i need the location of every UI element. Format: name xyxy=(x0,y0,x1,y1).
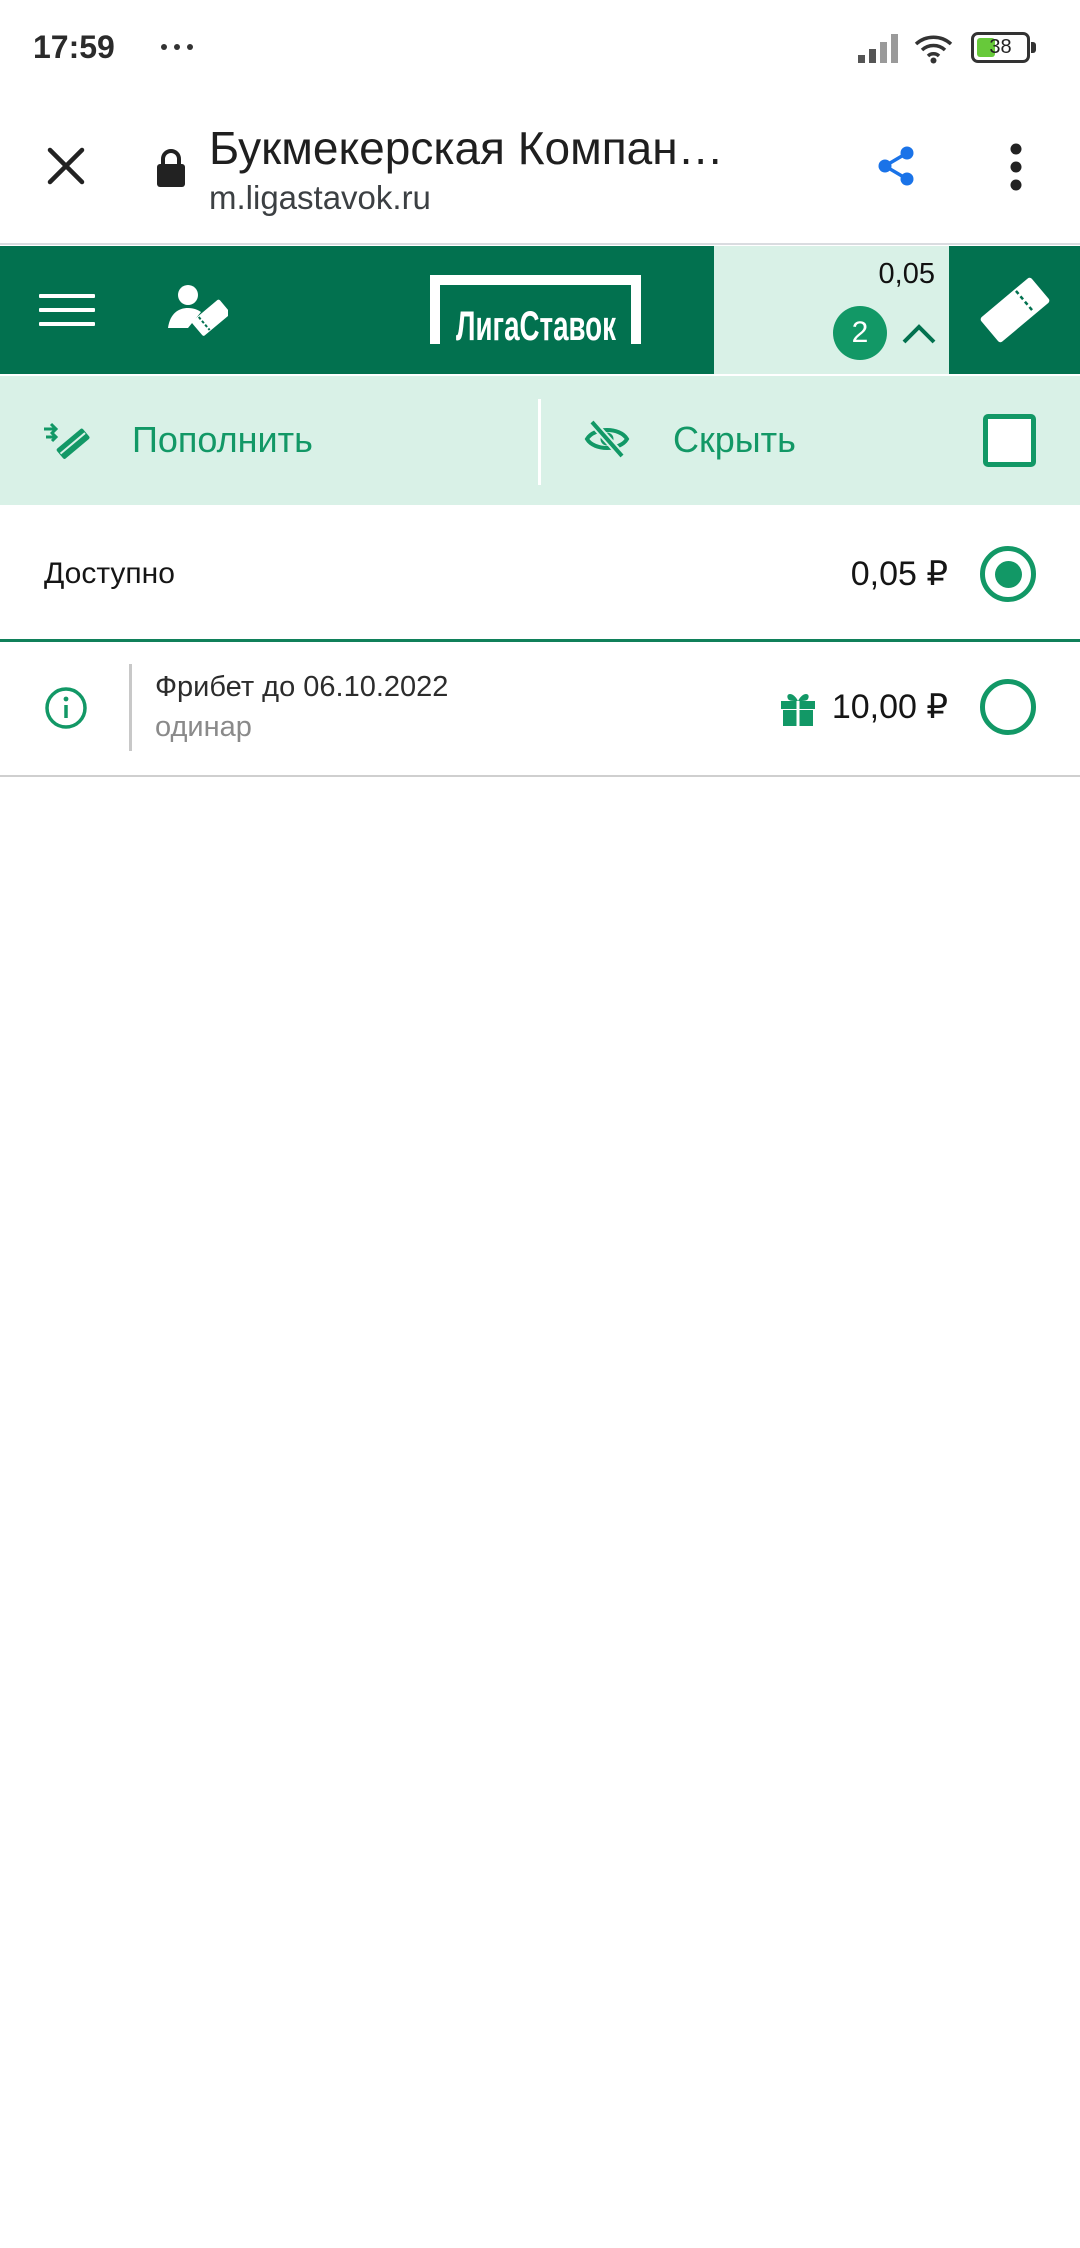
balance-amount: 0,05 ₽ xyxy=(850,555,948,593)
freebet-type: одинар xyxy=(155,711,252,743)
logo-text: ЛигаСтавок xyxy=(455,302,616,349)
wifi-icon xyxy=(913,32,954,64)
hide-balance-checkbox[interactable] xyxy=(983,414,1036,467)
balance-label: Доступно xyxy=(44,557,175,590)
battery-level: 38 xyxy=(989,36,1012,58)
hamburger-menu-icon[interactable] xyxy=(39,294,95,326)
freebet-divider xyxy=(129,664,132,751)
gift-icon xyxy=(779,689,817,727)
share-icon[interactable] xyxy=(877,146,915,186)
freebet-title: Фрибет до 06.10.2022 xyxy=(155,671,449,703)
info-icon[interactable] xyxy=(44,686,88,730)
account-ticket-icon[interactable] xyxy=(166,282,228,336)
notification-overflow-icon xyxy=(158,41,198,53)
page-url: m.ligastavok.ru xyxy=(209,179,431,216)
balance-radio-freebet[interactable] xyxy=(980,679,1036,735)
balance-radio-available[interactable] xyxy=(980,546,1036,602)
signal-icon xyxy=(856,32,900,64)
more-vert-icon[interactable] xyxy=(1006,143,1026,191)
bet-count-badge: 2 xyxy=(833,306,887,360)
battery-cap xyxy=(1031,42,1036,53)
header-balance: 0,05 xyxy=(878,258,935,290)
deposit-icon xyxy=(42,420,90,460)
page-title: Букмекерская Компан… xyxy=(209,122,724,174)
liga-stavok-logo[interactable]: ЛигаСтавок xyxy=(430,275,641,349)
hide-label[interactable]: Скрыть xyxy=(673,419,796,461)
status-time: 17:59 xyxy=(33,29,115,65)
freebet-amount: 10,00 ₽ xyxy=(831,688,948,726)
toolbar-divider xyxy=(0,243,1080,245)
chevron-up-icon[interactable] xyxy=(901,320,937,346)
deposit-label[interactable]: Пополнить xyxy=(132,419,313,461)
radio-dot xyxy=(994,560,1022,588)
lock-icon xyxy=(156,148,186,188)
close-icon[interactable] xyxy=(46,146,86,186)
actions-divider xyxy=(538,399,541,485)
eye-off-icon xyxy=(584,418,630,460)
battery-icon: 38 xyxy=(971,32,1037,63)
status-bar: 17:59 38 xyxy=(0,0,1080,93)
bet-slip-ticket-icon[interactable] xyxy=(978,274,1052,346)
content-area xyxy=(0,777,1080,2248)
